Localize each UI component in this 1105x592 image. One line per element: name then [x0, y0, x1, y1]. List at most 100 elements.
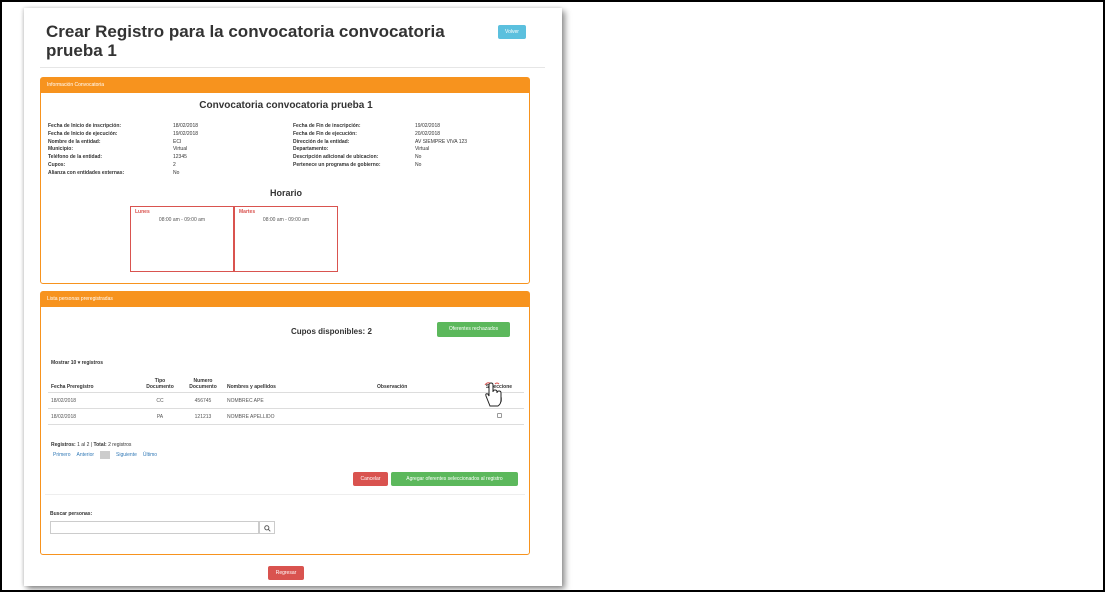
page-size-control: Mostrar 10 ▾ registros [51, 360, 103, 366]
convocatoria-title: Convocatoria convocatoria prueba 1 [199, 100, 373, 111]
cell-tipo: PA [138, 408, 182, 425]
cell-nombre: NOMBREC APE [224, 392, 374, 409]
info-label: Fecha de Inicio de ejecución: [48, 130, 118, 137]
schedule-day-card: Martes 08:00 am - 09:00 am [234, 206, 338, 272]
table-header-row: Fecha Preregistro Tipo Documento Numero … [48, 376, 524, 393]
pagination: Primero Anterior 1 Siguiente Último [53, 451, 157, 459]
info-value: 19/02/2018 [173, 130, 199, 137]
search-icon [264, 525, 271, 532]
info-value: 19/02/2018 [415, 123, 441, 129]
column-header[interactable]: Numero Documento [182, 376, 224, 393]
info-label: Departamento: [293, 146, 329, 153]
chevron-down-icon[interactable]: ▾ [78, 360, 81, 366]
info-label: Teléfono de la entidad: [48, 154, 103, 161]
info-label: Nombre de la entidad: [48, 138, 101, 145]
info-value: Virtual [415, 146, 430, 153]
info-row: Fecha de Inicio de inscripción: 18/02/201… [48, 123, 198, 131]
column-header[interactable]: Fecha Preregistro [48, 376, 138, 393]
info-label: Municipio: [48, 146, 73, 153]
info-panel-heading: Información Convocatoria [41, 78, 529, 93]
info-value: 12345 [173, 154, 187, 161]
cell-select [474, 408, 524, 425]
column-header[interactable]: Nombres y apellidos [224, 376, 374, 393]
registros-label: registros [81, 360, 103, 366]
info-value: 18/02/2018 [173, 123, 199, 129]
pager-next[interactable]: Siguiente [116, 452, 137, 458]
info-value: Virtual [173, 146, 188, 153]
mostrar-label: Mostrar [51, 360, 70, 366]
info-panel: Información Convocatoria Convocatoria co… [40, 77, 530, 284]
pager-prev[interactable]: Anterior [77, 452, 95, 458]
info-row: Fecha de Fin de inscripción: 19/02/2018 [293, 123, 467, 131]
info-value: No [415, 161, 422, 168]
column-header[interactable]: Tipo Documento [138, 376, 182, 393]
cancel-button[interactable]: Cancelar [353, 472, 388, 486]
info-row: Dirección de la entidad: AV SIEMPRE VIVA … [293, 139, 467, 147]
search-button[interactable] [259, 521, 275, 534]
page-container: Crear Registro para la convocatoria conv… [24, 8, 562, 586]
info-label: Cupos: [48, 161, 66, 168]
info-row: Fecha de Inicio de ejecución: 19/02/2018 [48, 131, 198, 139]
page-title: Crear Registro para la convocatoria conv… [46, 22, 445, 60]
rejected-offerers-button[interactable]: Oferentes rechazados [437, 322, 510, 337]
registros-label: Registros: [51, 442, 76, 448]
info-row: Municipio: Virtual [48, 146, 198, 154]
column-header[interactable]: Observación [374, 376, 474, 393]
info-row: Alianza con entidades externas: No [48, 170, 198, 178]
info-label: Fecha de Inicio de inscripción: [48, 123, 122, 129]
info-right-column: Fecha de Fin de inscripción: 19/02/2018 F… [293, 123, 467, 170]
day-name: Lunes [135, 209, 150, 215]
preregistered-table: Fecha Preregistro Tipo Documento Numero … [48, 376, 524, 425]
cell-fecha: 18/02/2018 [48, 392, 138, 409]
table-row: 18/02/2018 PA 121213 NOMBRE APELLIDO [48, 408, 524, 425]
select-checkbox[interactable] [496, 413, 502, 418]
cell-observacion [374, 392, 474, 409]
info-label: Fecha de Fin de inscripción: [293, 123, 361, 129]
info-label: Alianza con entidades externas: [48, 169, 125, 176]
schedule-day-card: Lunes 08:00 am - 09:00 am [130, 206, 234, 272]
info-value: 2 [173, 161, 176, 168]
info-row: Nombre de la entidad: ECI [48, 139, 198, 147]
info-value: AV SIEMPRE VIVA 123 [415, 138, 468, 145]
info-row: Departamento: Virtual [293, 146, 467, 154]
day-name: Martes [239, 209, 256, 215]
page-size-select[interactable]: 10 [71, 360, 77, 366]
list-panel-heading: Lista personas preregistradas [41, 292, 529, 307]
info-left-column: Fecha de Inicio de inscripción: 18/02/201… [48, 123, 198, 178]
section-divider [45, 494, 525, 495]
info-value: No [415, 154, 422, 161]
info-label: Fecha de Fin de ejecución: [293, 130, 357, 137]
info-row: Pertenece un programa de gobierno: No [293, 162, 467, 170]
regresar-button[interactable]: Regresar [268, 566, 304, 580]
cell-numero: 456745 [182, 392, 224, 409]
info-row: Teléfono de la entidad: 12345 [48, 154, 198, 162]
search-input[interactable] [50, 521, 259, 534]
info-row: Descripción adicional de ubicacion: No [293, 154, 467, 162]
day-time: 08:00 am - 09:00 am [262, 217, 310, 223]
info-value: No [173, 169, 180, 176]
registros-range: 1 al 2 [77, 442, 90, 448]
pager-current[interactable]: 1 [100, 451, 111, 459]
pager-first[interactable]: Primero [53, 452, 71, 458]
list-panel: Lista personas preregistradas Cupos disp… [40, 291, 530, 555]
day-time: 08:00 am - 09:00 am [158, 217, 206, 223]
info-row: Fecha de Fin de ejecución: 20/02/2018 [293, 131, 467, 139]
title-divider [40, 67, 545, 68]
info-label: Pertenece un programa de gobierno: [293, 161, 381, 168]
info-label: Dirección de la entidad: [293, 138, 350, 145]
total-value: 2 registros [108, 442, 132, 448]
info-value: ECI [173, 138, 182, 145]
info-label: Descripción adicional de ubicacion: [293, 154, 379, 161]
pager-last[interactable]: Último [143, 452, 157, 458]
info-value: 20/02/2018 [415, 130, 441, 137]
volver-button[interactable]: Volver [498, 25, 526, 39]
cell-nombre: NOMBRE APELLIDO [224, 408, 374, 425]
horario-title: Horario [269, 188, 302, 198]
cell-observacion [374, 408, 474, 425]
add-selected-button[interactable]: Agregar oferentes seleccionados al regis… [391, 472, 518, 486]
cell-numero: 121213 [182, 408, 224, 425]
info-row: Cupos: 2 [48, 162, 198, 170]
cupos-disponibles: Cupos disponibles: 2 [291, 327, 372, 336]
total-label: Total: [93, 442, 107, 448]
table-row: 18/02/2018 CC 456745 NOMBREC APE [48, 392, 524, 409]
